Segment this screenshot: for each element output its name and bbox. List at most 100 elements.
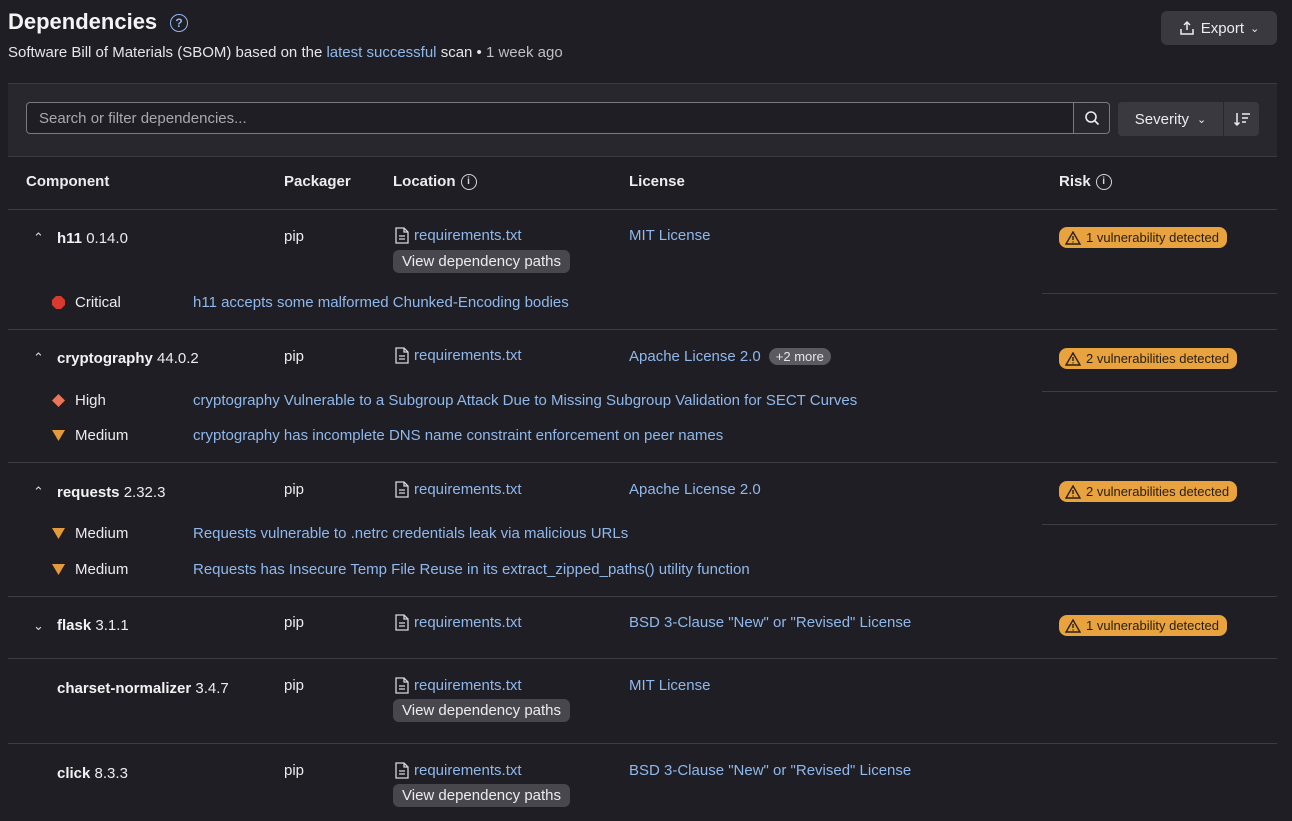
severity-high: High [52,392,106,409]
vulnerability-link[interactable]: cryptography has incomplete DNS name con… [193,427,723,444]
license-link[interactable]: MIT License [629,227,710,244]
component-version: 3.4.7 [195,680,229,697]
info-icon[interactable]: i [460,174,477,191]
component-name[interactable]: charset-normalizer 3.4.7 [57,680,229,697]
packager: pip [284,348,305,365]
page-title: Dependencies [8,9,158,34]
risk-divider [1042,524,1277,525]
chevron-down-icon: ⌄ [1250,22,1260,35]
sort-field-dropdown[interactable]: Severity ⌄ [1118,102,1223,136]
more-licenses-badge[interactable]: +2 more [768,348,831,365]
component-name[interactable]: cryptography 44.0.2 [57,350,199,367]
latest-scan-link[interactable]: latest successful [326,44,436,61]
column-header-location[interactable]: Location i [393,173,477,191]
risk-label: 1 vulnerability detected [1086,230,1219,245]
search-icon [1084,111,1099,126]
component-label: click [57,765,91,782]
view-dependency-paths-button[interactable]: View dependency paths [393,250,571,273]
chevron-down-icon: ⌄ [1196,113,1207,126]
column-header-location-label: Location [393,173,456,190]
chevron-down-icon[interactable]: ⌄ [33,618,44,633]
severity-label: High [75,392,106,409]
info-icon[interactable]: i [1095,174,1112,191]
warning-icon [1065,230,1081,245]
file-icon [395,677,409,694]
critical-octagon-icon [52,296,65,309]
row-divider [8,462,1277,463]
license-link[interactable]: Apache License 2.0 [629,348,761,365]
vulnerability-link[interactable]: Requests has Insecure Temp File Reuse in… [193,561,750,578]
high-diamond-icon [52,394,65,407]
search-input[interactable] [27,103,1073,133]
packager: pip [284,762,305,779]
risk-badge: 2 vulnerabilities detected [1059,481,1238,502]
view-dependency-paths-button[interactable]: View dependency paths [393,699,571,722]
severity-label: Medium [75,427,129,444]
vulnerability-link[interactable]: Requests vulnerable to .netrc credential… [193,525,628,542]
column-header-risk[interactable]: Risk i [1059,173,1112,191]
vulnerability-link[interactable]: h11 accepts some malformed Chunked-Encod… [193,294,569,311]
location-link[interactable]: requirements.txt [395,347,522,364]
file-icon [395,481,409,498]
table-row: ⌄ [33,617,44,634]
location-link[interactable]: requirements.txt [395,614,522,631]
chevron-up-icon[interactable]: ⌃ [33,484,44,499]
help-icon[interactable]: ? [170,14,188,32]
location-link[interactable]: requirements.txt [395,227,522,244]
component-label: cryptography [57,350,153,367]
component-name[interactable]: flask 3.1.1 [57,617,129,634]
table-row: ⌃ [33,349,44,366]
license-link[interactable]: MIT License [629,677,710,694]
location-file: requirements.txt [414,347,522,364]
vulnerability-link[interactable]: cryptography Vulnerable to a Subgroup At… [193,392,857,409]
component-label: requests [57,484,120,501]
component-name[interactable]: requests 2.32.3 [57,484,165,501]
component-version: 2.32.3 [123,484,166,501]
severity-medium: Medium [52,561,128,578]
file-icon [395,762,409,779]
severity-label: Medium [75,561,129,578]
column-header-risk-label: Risk [1059,173,1091,190]
location-file: requirements.txt [414,227,522,244]
component-label: charset-normalizer [57,680,192,697]
component-label: h11 [57,230,83,247]
scan-time: 1 week ago [485,44,563,61]
packager: pip [284,228,305,245]
upload-icon [1179,20,1194,35]
location-link[interactable]: requirements.txt [395,481,522,498]
location-link[interactable]: requirements.txt [395,762,522,779]
file-icon [395,614,409,631]
column-header-license[interactable]: License [629,173,685,190]
view-dependency-paths-button[interactable]: View dependency paths [393,784,571,807]
sort-direction-button[interactable] [1224,102,1259,136]
severity-label: Medium [75,525,129,542]
column-header-packager[interactable]: Packager [284,173,351,190]
license-link[interactable]: Apache License 2.0 [629,481,761,498]
search-button[interactable] [1074,102,1110,134]
component-name[interactable]: click 8.3.3 [57,765,128,782]
risk-label: 2 vulnerabilities detected [1086,351,1230,366]
table-row: ⌃ [33,229,44,246]
table-row: ⌃ [33,483,44,500]
column-header-component[interactable]: Component [26,173,109,190]
warning-icon [1065,351,1081,366]
severity-critical: Critical [52,294,121,311]
warning-icon [1065,484,1081,499]
search-field[interactable] [26,102,1074,134]
location-link[interactable]: requirements.txt [395,677,522,694]
location-file: requirements.txt [414,614,522,631]
export-button[interactable]: Export ⌄ [1161,11,1277,45]
risk-label: 2 vulnerabilities detected [1086,484,1230,499]
component-name[interactable]: h11 0.14.0 [57,230,128,247]
license-cell: Apache License 2.0 +2 more [629,348,831,365]
row-divider [8,658,1277,659]
sort-field-label: Severity [1134,110,1189,128]
chevron-up-icon[interactable]: ⌃ [33,230,44,245]
component-version: 0.14.0 [86,230,128,247]
license-link[interactable]: BSD 3-Clause "New" or "Revised" License [629,614,911,631]
license-link[interactable]: BSD 3-Clause "New" or "Revised" License [629,762,911,779]
row-divider [8,743,1277,744]
risk-divider [1042,391,1277,392]
chevron-up-icon[interactable]: ⌃ [33,350,44,365]
severity-medium: Medium [52,427,128,444]
